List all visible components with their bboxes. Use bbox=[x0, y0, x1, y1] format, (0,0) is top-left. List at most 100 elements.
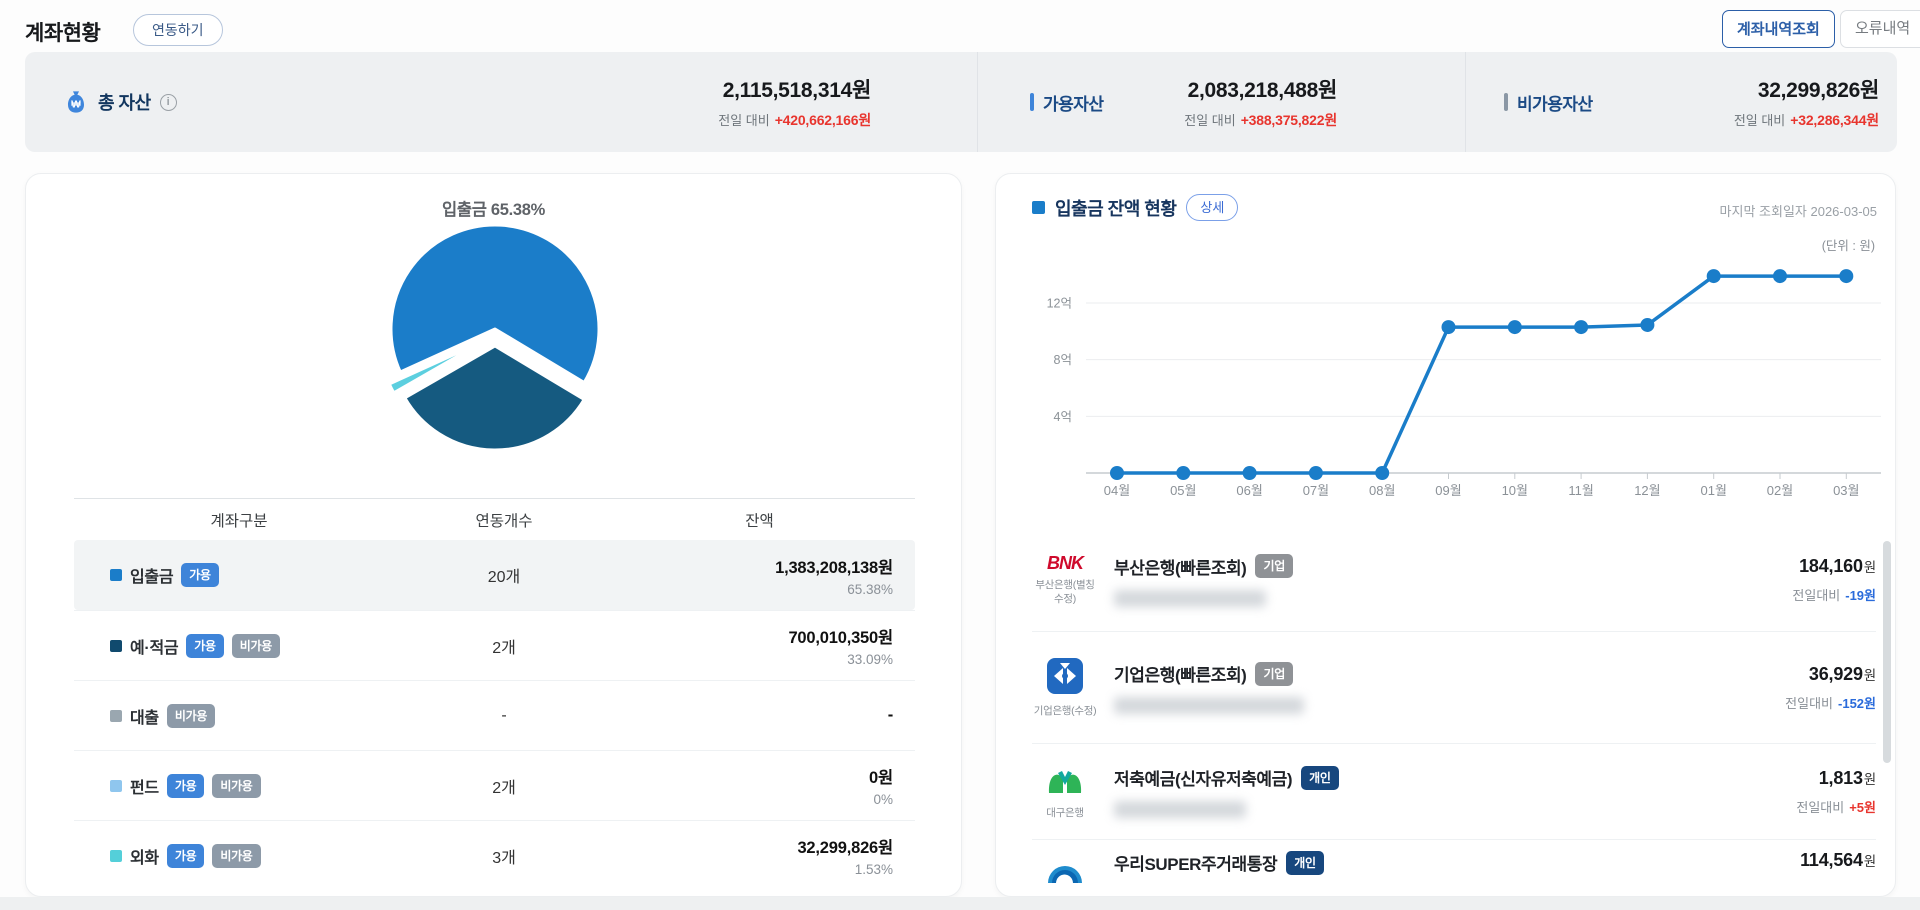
account-history-button[interactable]: 계좌내역조회 bbox=[1722, 10, 1835, 48]
chart-unit-label: (단위 : 원) bbox=[1822, 235, 1875, 254]
error-history-button[interactable]: 오류내역 bbox=[1840, 10, 1920, 48]
badge-avail: 가용 bbox=[186, 634, 223, 658]
bank-account-row[interactable]: 우리SUPER주거래통장 개인 114,564원 bbox=[1032, 839, 1876, 897]
money-bag-icon: ₩ bbox=[63, 89, 89, 115]
balance-amount: 700,010,350원 bbox=[604, 624, 893, 648]
available-asset-amount: 2,083,218,488원 bbox=[1184, 74, 1337, 104]
account-balance: 36,929원 bbox=[1785, 664, 1876, 685]
badge-avail: 가용 bbox=[167, 844, 204, 868]
bnk-bank-logo: BNK bbox=[1047, 553, 1083, 574]
link-accounts-button[interactable]: 연동하기 bbox=[133, 14, 223, 46]
data-point bbox=[1309, 466, 1323, 480]
currency-suffix: 원 bbox=[1864, 560, 1876, 575]
account-name: 부산은행(빠른조회) bbox=[1114, 554, 1246, 579]
unavailable-asset-amount: 32,299,826원 bbox=[1734, 74, 1879, 104]
total-asset-section: ₩ 총 자산 i 2,115,518,314원 전일 대비+420,662,16… bbox=[25, 52, 977, 152]
unavailable-asset-section: 비가용자산 32,299,826원 전일 대비+32,286,344원 bbox=[1465, 52, 1897, 152]
detail-button[interactable]: 상세 bbox=[1186, 194, 1238, 221]
unavailable-asset-delta: 전일 대비+32,286,344원 bbox=[1734, 110, 1879, 130]
last-inquiry-date: 마지막 조회일자 2026-03-05 bbox=[1720, 201, 1877, 220]
data-point bbox=[1574, 320, 1588, 334]
account-balance: 1,813원 bbox=[1796, 768, 1876, 789]
svg-text:05월: 05월 bbox=[1170, 483, 1196, 498]
asset-summary-bar: ₩ 총 자산 i 2,115,518,314원 전일 대비+420,662,16… bbox=[25, 52, 1897, 152]
svg-text:11월: 11월 bbox=[1568, 483, 1593, 498]
table-row[interactable]: 외화가용비가용3개32,299,826원1.53% bbox=[74, 820, 915, 890]
account-dashboard: 계좌현황 연동하기 계좌내역조회 오류내역 ₩ 총 자산 i 2,115,518… bbox=[0, 0, 1920, 910]
info-icon[interactable]: i bbox=[160, 94, 177, 111]
asset-table-body: 입출금가용20개1,383,208,138원65.38%예·적금가용비가용2개7… bbox=[74, 540, 915, 890]
bank-name-sublabel: 기업은행(수정) bbox=[1032, 705, 1098, 719]
data-point bbox=[1442, 320, 1456, 334]
balance-amount: 32,299,826원 bbox=[604, 834, 893, 858]
balance-percent: 1.53% bbox=[604, 862, 893, 877]
svg-text:01월: 01월 bbox=[1700, 483, 1726, 498]
currency-suffix: 원 bbox=[1864, 772, 1876, 787]
legend-square-icon bbox=[110, 780, 122, 792]
legend-square-icon bbox=[110, 569, 122, 581]
page-header: 계좌현황 연동하기 계좌내역조회 오류내역 bbox=[25, 8, 1920, 52]
unavailable-asset-label: 비가용자산 bbox=[1517, 90, 1593, 115]
svg-text:10월: 10월 bbox=[1502, 483, 1528, 498]
masked-account-number bbox=[1114, 697, 1304, 714]
table-row[interactable]: 펀드가용비가용2개0원0% bbox=[74, 750, 915, 820]
deposit-balance-line-chart: 4억8억12억04월05월06월07월08월09월10월11월12월01월02월… bbox=[1021, 259, 1896, 514]
svg-text:12월: 12월 bbox=[1634, 483, 1660, 498]
available-asset-label: 가용자산 bbox=[1043, 90, 1104, 115]
bank-account-row[interactable]: 대구은행저축예금(신자유저축예금)개인1,813원전일대비+5원 bbox=[1032, 743, 1876, 839]
badge-corp: 기업 bbox=[1255, 554, 1292, 578]
bank-account-row[interactable]: 기업은행(수정)기업은행(빠른조회)기업36,929원전일대비-152원 bbox=[1032, 631, 1876, 743]
account-type-label: 외화 bbox=[130, 844, 159, 868]
badge-personal: 개인 bbox=[1301, 766, 1338, 790]
table-row[interactable]: 입출금가용20개1,383,208,138원65.38% bbox=[74, 540, 915, 610]
deposit-balance-title: 입출금 잔액 현황 bbox=[1055, 195, 1176, 221]
svg-text:06월: 06월 bbox=[1236, 483, 1262, 498]
total-asset-label: 총 자산 bbox=[98, 89, 151, 115]
svg-text:02월: 02월 bbox=[1767, 483, 1793, 498]
data-point bbox=[1839, 269, 1853, 283]
dgb-bank-logo bbox=[1044, 763, 1086, 802]
title-bullet-icon bbox=[1032, 201, 1045, 214]
balance-line-series bbox=[1117, 276, 1846, 473]
svg-text:4억: 4억 bbox=[1054, 410, 1072, 424]
account-type-label: 예·적금 bbox=[130, 634, 178, 658]
svg-text:08월: 08월 bbox=[1369, 483, 1395, 498]
badge-personal: 개인 bbox=[1286, 851, 1323, 875]
ibk-bank-logo bbox=[1046, 657, 1084, 700]
available-marker bbox=[1030, 93, 1034, 111]
list-scrollbar[interactable] bbox=[1883, 541, 1891, 763]
total-asset-delta: 전일 대비+420,662,166원 bbox=[718, 110, 871, 130]
currency-suffix: 원 bbox=[1864, 668, 1876, 683]
data-point bbox=[1508, 320, 1522, 334]
bank-account-list: BNK부산은행(별칭수정)부산은행(빠른조회)기업184,160원전일대비-19… bbox=[1032, 529, 1876, 897]
bank-account-row[interactable]: BNK부산은행(별칭수정)부산은행(빠른조회)기업184,160원전일대비-19… bbox=[1032, 529, 1876, 631]
account-name: 기업은행(빠른조회) bbox=[1114, 661, 1246, 686]
page-bottom-strip bbox=[0, 897, 1920, 910]
account-type-label: 대출 bbox=[130, 704, 159, 728]
data-point bbox=[1110, 466, 1124, 480]
balance-percent: 65.38% bbox=[604, 582, 893, 597]
linked-count: - bbox=[404, 707, 604, 725]
account-name: 우리SUPER주거래통장 bbox=[1114, 850, 1277, 875]
available-asset-delta: 전일 대비+388,375,822원 bbox=[1184, 110, 1337, 130]
account-balance: 114,564원 bbox=[1800, 850, 1876, 871]
legend-square-icon bbox=[110, 850, 122, 862]
badge-corp: 기업 bbox=[1255, 662, 1292, 686]
svg-text:03월: 03월 bbox=[1833, 483, 1859, 498]
bank-name-sublabel: 부산은행(별칭수정) bbox=[1032, 579, 1098, 606]
table-row[interactable]: 대출비가용-- bbox=[74, 680, 915, 750]
balance-percent: 0% bbox=[604, 792, 893, 807]
table-row[interactable]: 예·적금가용비가용2개700,010,350원33.09% bbox=[74, 610, 915, 680]
col-linked-count: 연동개수 bbox=[404, 509, 604, 531]
legend-square-icon bbox=[110, 710, 122, 722]
linked-count: 2개 bbox=[404, 774, 604, 798]
asset-pie-chart bbox=[364, 214, 626, 466]
page-title: 계좌현황 bbox=[25, 17, 100, 47]
data-point bbox=[1773, 269, 1787, 283]
badge-unavail: 비가용 bbox=[167, 704, 215, 728]
badge-unavail: 비가용 bbox=[212, 774, 260, 798]
account-type-label: 입출금 bbox=[130, 563, 173, 587]
daily-change: 전일대비+5원 bbox=[1796, 797, 1876, 816]
badge-avail: 가용 bbox=[181, 563, 218, 587]
bank-name-sublabel: 대구은행 bbox=[1032, 807, 1098, 821]
